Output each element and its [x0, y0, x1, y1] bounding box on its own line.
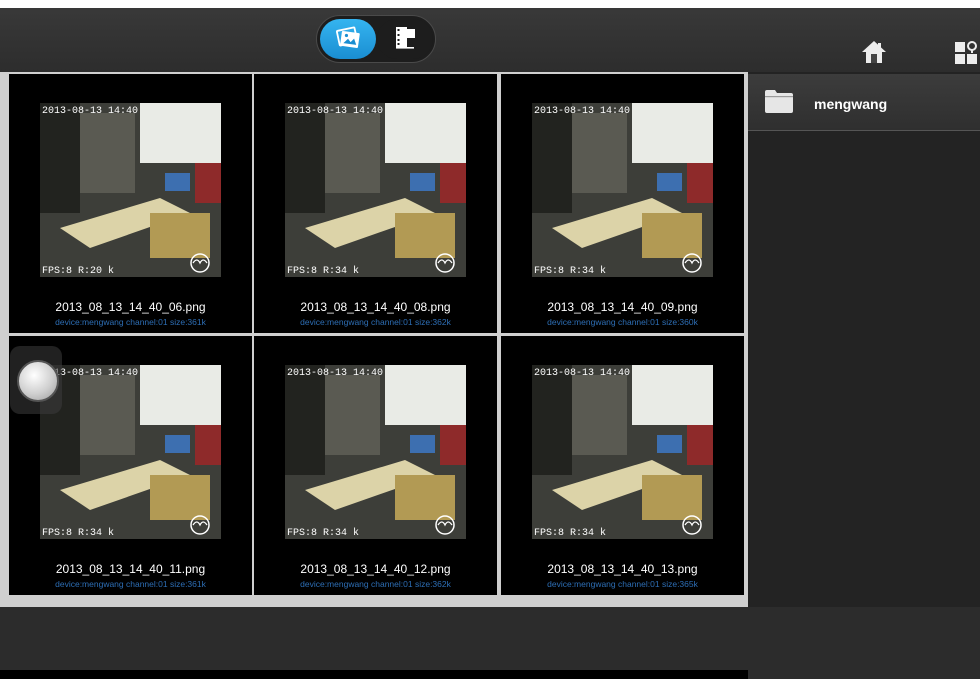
snapshot-filename: 2013_08_13_14_40_06.png — [55, 300, 206, 314]
osd-stats: FPS:8 R:34 k — [534, 527, 606, 539]
osd-timestamp: 2013-08-13 14:40 — [287, 368, 383, 379]
floating-assistive-button[interactable] — [10, 346, 62, 414]
snapshot-thumbnail[interactable]: 2013-08-13 14:40 FPS:8 R:34 k — [285, 103, 466, 277]
snapshot-meta: device:mengwang channel:01 size:360k — [547, 317, 698, 327]
snapshot-meta: device:mengwang channel:01 size:361k — [55, 579, 206, 589]
tab-videos[interactable] — [377, 19, 433, 59]
osd-stats: FPS:8 R:20 k — [42, 265, 114, 277]
snapshot-thumbnail[interactable]: 2013-08-13 14:40 FPS:8 R:34 k — [532, 365, 713, 539]
photos-icon — [335, 24, 361, 55]
snapshot-filename: 2013_08_13_14_40_12.png — [300, 562, 451, 576]
osd-timestamp: 2013-08-13 14:40 — [42, 106, 138, 117]
osd-timestamp: 2013-08-13 14:40 — [534, 106, 630, 117]
grid-settings-icon — [955, 41, 980, 70]
film-icon — [392, 24, 418, 55]
snapshot-meta: device:mengwang channel:01 size:362k — [300, 579, 451, 589]
gallery-item[interactable]: 2013-08-13 14:40 FPS:8 R:34 k 2013_08_13… — [501, 336, 744, 595]
gallery-item[interactable]: 2013-08-13 14:40 FPS:8 R:34 k 2013_08_13… — [254, 74, 497, 333]
snapshot-filename: 2013_08_13_14_40_08.png — [300, 300, 451, 314]
osd-stats: FPS:8 R:34 k — [287, 265, 359, 277]
gallery-bottom-edge — [0, 670, 748, 679]
osd-stats: FPS:8 R:34 k — [42, 527, 114, 539]
snapshot-meta: device:mengwang channel:01 size:361k — [55, 317, 206, 327]
settings-menu-button[interactable] — [955, 40, 980, 66]
device-folder-panel: mengwang — [748, 72, 980, 607]
snapshot-gallery: 2013-08-13 14:40 FPS:8 R:20 k 2013_08_13… — [0, 72, 748, 679]
osd-timestamp: 2013-08-13 14:40 — [534, 368, 630, 379]
folder-name: mengwang — [814, 96, 888, 112]
snapshot-thumbnail[interactable]: 2013-08-13 14:40 FPS:8 R:34 k — [532, 103, 713, 277]
snapshot-thumbnail[interactable]: 2013-08-13 14:40 FPS:8 R:34 k — [40, 365, 221, 539]
top-border — [0, 0, 980, 8]
gallery-item[interactable]: 2013-08-13 14:40 FPS:8 R:34 k 2013_08_13… — [254, 336, 497, 595]
snapshot-filename: 2013_08_13_14_40_11.png — [55, 562, 206, 576]
osd-stats: FPS:8 R:34 k — [534, 265, 606, 277]
gallery-item[interactable]: 2013-08-13 14:40 FPS:8 R:20 k 2013_08_13… — [9, 74, 252, 333]
folder-item[interactable]: mengwang — [748, 74, 980, 131]
snapshot-thumbnail[interactable]: 2013-08-13 14:40 FPS:8 R:20 k — [40, 103, 221, 277]
assistive-knob — [17, 360, 59, 402]
home-button[interactable] — [860, 38, 888, 66]
snapshot-filename: 2013_08_13_14_40_13.png — [547, 562, 698, 576]
snapshot-filename: 2013_08_13_14_40_09.png — [547, 300, 698, 314]
snapshot-thumbnail[interactable]: 2013-08-13 14:40 FPS:8 R:34 k — [285, 365, 466, 539]
snapshot-meta: device:mengwang channel:01 size:362k — [300, 317, 451, 327]
home-icon — [860, 41, 888, 70]
folder-icon — [764, 88, 794, 119]
osd-stats: FPS:8 R:34 k — [287, 527, 359, 539]
top-toolbar — [0, 0, 980, 72]
osd-timestamp: 2013-08-13 14:40 — [287, 106, 383, 117]
tab-photos[interactable] — [320, 19, 376, 59]
snapshot-meta: device:mengwang channel:01 size:365k — [547, 579, 698, 589]
gallery-item[interactable]: 2013-08-13 14:40 FPS:8 R:34 k 2013_08_13… — [501, 74, 744, 333]
view-mode-toggle — [316, 15, 436, 63]
